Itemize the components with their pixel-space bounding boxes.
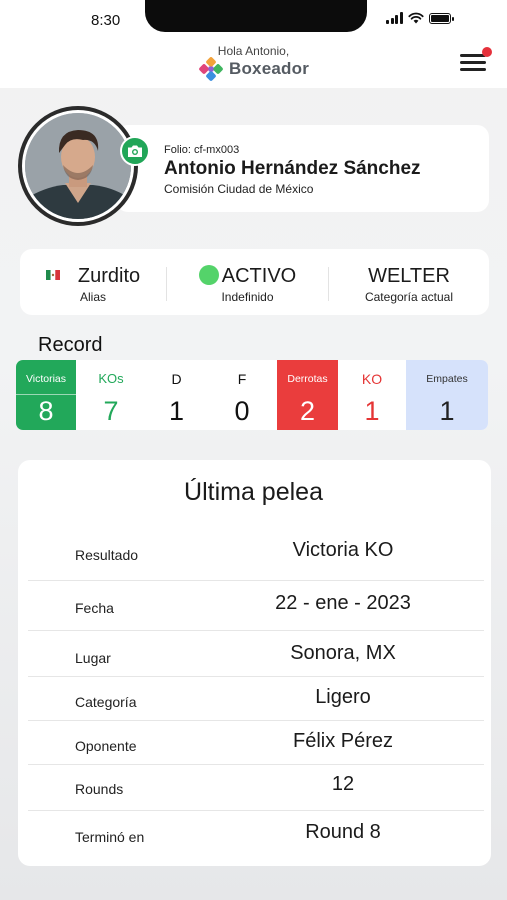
status-icons [386,12,454,24]
record-table: Victorias 8 KOs 7 D 1 F 0 Derrotas 2 KO 1 Empates 1 [16,360,488,430]
category-block: WELTER Categoría actual [329,249,489,315]
fight-detail-key: Oponente [75,738,137,754]
boxeador-logo-icon [199,57,223,81]
record-column: KOs 7 [76,360,146,430]
boxer-profile-screen: 8:30 Hola Antonio, Boxeador Folio: cf-mx… [0,0,507,900]
status-indicator [198,264,219,285]
record-separator [16,394,76,395]
fight-detail-value: Félix Pérez [292,730,394,752]
fight-detail-key: Lugar [75,650,111,666]
status-label: Indefinido [221,290,274,304]
row-divider [28,720,484,721]
row-divider [28,630,484,631]
record-column: F0 [207,360,277,430]
boxer-name: Antonio Hernández Sánchez [164,158,421,179]
brand-logo: Boxeador [199,57,309,81]
fight-detail-value: Sonora, MX [290,642,396,664]
record-value: 1 [439,396,455,426]
status-block: ACTIVO Indefinido [167,249,328,315]
alias-label: Alias [79,290,106,304]
info-card: Zurdito Alias ACTIVO Indefinido WELTER C… [20,249,489,315]
row-divider [28,810,484,811]
status-value: ACTIVO [221,265,297,287]
record-label: Derrotas [287,373,328,385]
record-column: KO 1 [338,360,406,430]
record-label: F [237,371,247,387]
record-label: KOs [98,371,124,386]
record-label: KO [361,371,383,387]
record-value: 1 [168,396,185,426]
signal-icon [386,12,403,24]
alias-value: Zurdito [77,265,141,287]
brand-name: Boxeador [229,59,310,78]
change-photo-button[interactable] [120,136,150,166]
row-divider [28,676,484,677]
fight-detail-value: Victoria KO [292,539,394,561]
menu-bar-icon [460,61,486,64]
camera-icon [128,145,142,157]
profile-photo [22,110,134,222]
record-label: D [171,371,182,387]
record-label: Victorias [25,373,67,385]
avatar[interactable] [18,106,138,226]
commission-text: Comisión Ciudad de México [164,182,314,196]
alias-block: Zurdito Alias [20,249,166,315]
category-label: Categoría actual [364,290,454,304]
device-notch [145,0,367,32]
record-column: Victorias 8 [16,360,76,430]
fight-detail-value: Ligero [315,686,371,708]
record-title: Record [38,334,103,356]
record-column: Empates 1 [406,360,488,430]
status-time: 8:30 [91,12,121,29]
folio-text: Folio: cf-mx003 [164,144,240,156]
fight-detail-key: Fecha [75,600,114,616]
fight-detail-key: Terminó en [75,829,145,845]
row-divider [28,580,484,581]
fight-detail-value: 22 - ene - 2023 [275,592,411,614]
battery-icon [428,12,454,24]
app-header: 8:30 Hola Antonio, Boxeador [0,0,507,88]
wifi-icon [407,12,424,24]
record-column: D1 [146,360,207,430]
person-photo-icon [25,113,131,219]
last-fight-title: Última pelea [184,478,323,506]
fight-detail-key: Resultado [75,547,139,563]
fight-detail-value: Round 8 [305,821,381,843]
record-value: 8 [38,396,54,426]
row-divider [28,764,484,765]
record-label: Empates [426,373,468,385]
fight-detail-key: Categoría [75,694,137,710]
mexico-flag-icon [45,269,60,280]
record-value: 2 [299,396,316,426]
record-value: 7 [103,396,119,426]
record-value: 1 [364,396,380,426]
record-column: Derrotas 2 [277,360,338,430]
menu-bar-icon [460,68,486,71]
record-value: 0 [234,396,250,426]
greeting-text: Hola Antonio, [217,44,290,58]
category-value: WELTER [368,265,450,287]
fight-detail-key: Rounds [75,781,124,797]
fight-detail-value: 12 [331,773,355,795]
notification-dot [482,47,492,57]
